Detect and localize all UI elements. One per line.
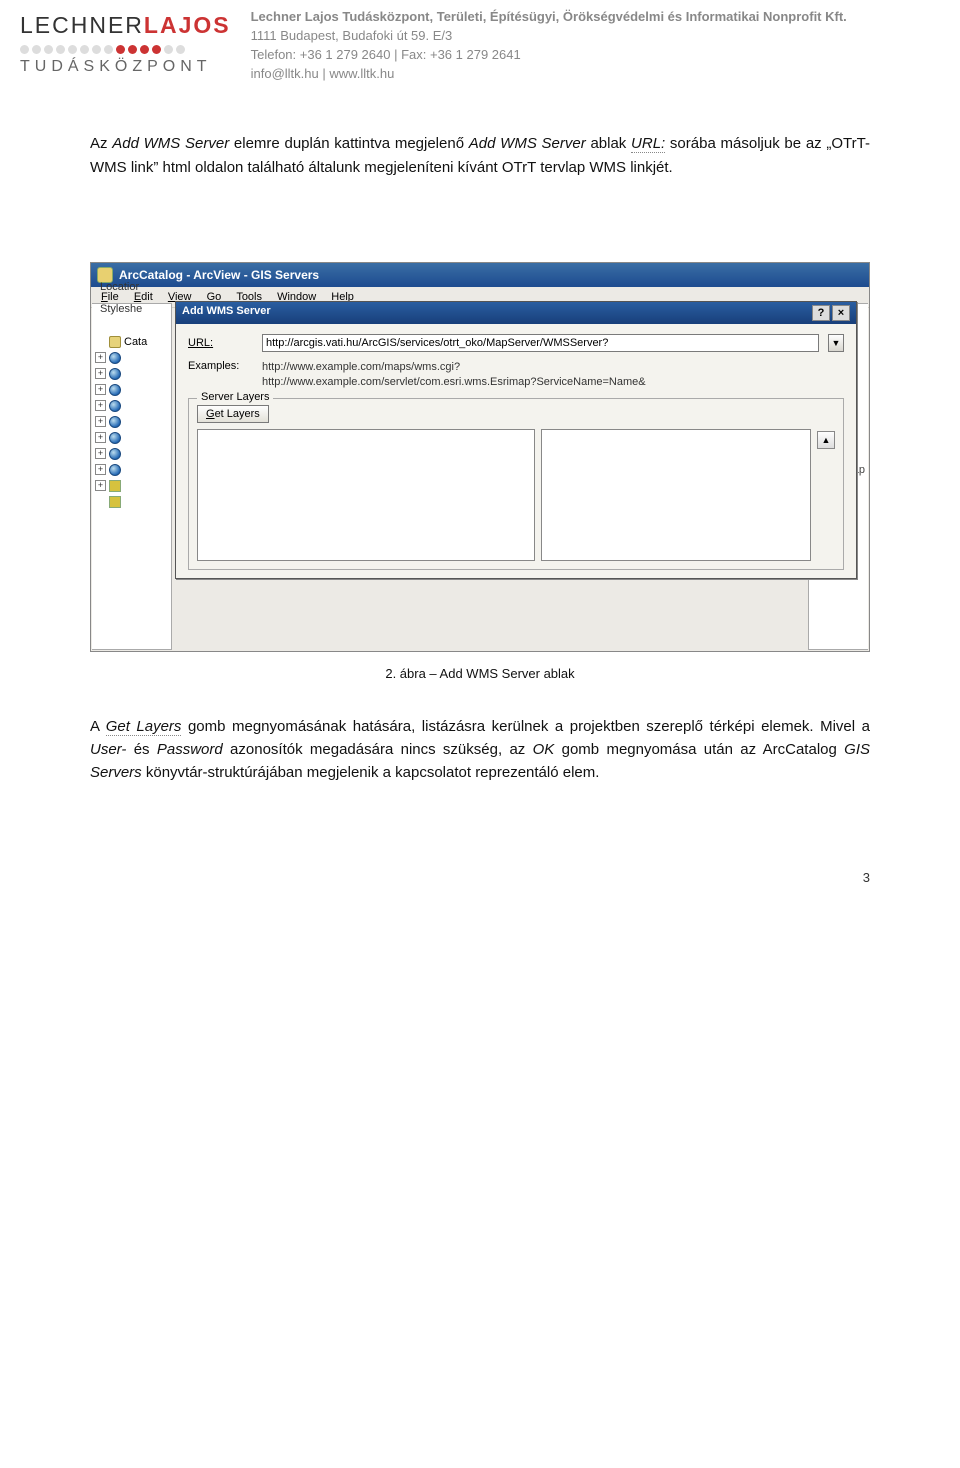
org-address: 1111 Budapest, Budafoki út 59. E/3 bbox=[251, 27, 948, 46]
dialog-titlebar: Add WMS Server ? × bbox=[176, 302, 856, 324]
globe-icon bbox=[109, 432, 121, 444]
url-label: URL: bbox=[188, 337, 252, 349]
page-number: 3 bbox=[0, 840, 960, 901]
globe-icon bbox=[109, 400, 121, 412]
expand-icon[interactable]: + bbox=[95, 448, 106, 459]
tree-node[interactable]: + bbox=[92, 382, 171, 398]
logo-subtitle: TUDÁSKÖZPONT bbox=[20, 58, 231, 76]
tree-node[interactable]: + bbox=[92, 478, 171, 494]
expand-icon[interactable]: + bbox=[95, 480, 106, 491]
paragraph-1: Az Add WMS Server elemre duplán kattintv… bbox=[90, 132, 870, 179]
expand-icon[interactable]: + bbox=[95, 464, 106, 475]
globe-icon bbox=[109, 448, 121, 460]
arccatalog-window: ArcCatalog - ArcView - GIS Servers FFile… bbox=[90, 262, 870, 652]
org-mail: info@lltk.hu | www.lltk.hu bbox=[251, 65, 948, 84]
document-body: Az Add WMS Server elemre duplán kattintv… bbox=[0, 87, 960, 234]
add-wms-server-dialog: Add WMS Server ? × URL: ▼ Examples: http… bbox=[175, 301, 857, 579]
tree-node[interactable]: + bbox=[92, 430, 171, 446]
url-input[interactable] bbox=[262, 334, 819, 352]
tree-node[interactable]: + bbox=[92, 398, 171, 414]
logo-word-b: LAJOS bbox=[144, 12, 231, 38]
globe-icon bbox=[109, 352, 121, 364]
folder-icon bbox=[109, 336, 121, 348]
stylesheet-label: Styleshe bbox=[96, 300, 146, 318]
server-layers-legend: Server Layers bbox=[197, 391, 273, 403]
paragraph-2: A Get Layers gomb megnyomásának hatására… bbox=[90, 715, 870, 785]
tree-node[interactable]: + bbox=[92, 462, 171, 478]
globe-icon bbox=[109, 368, 121, 380]
examples-text: http://www.example.com/maps/wms.cgi? htt… bbox=[262, 360, 646, 390]
expand-icon[interactable]: + bbox=[95, 416, 106, 427]
tree-node[interactable]: + bbox=[92, 366, 171, 382]
dialog-help-button[interactable]: ? bbox=[812, 305, 830, 321]
globe-icon bbox=[109, 464, 121, 476]
app-title: ArcCatalog - ArcView - GIS Servers bbox=[119, 268, 319, 282]
expand-icon[interactable]: + bbox=[95, 400, 106, 411]
expand-icon[interactable]: + bbox=[95, 432, 106, 443]
selected-layers-list[interactable] bbox=[541, 429, 811, 561]
tree-root[interactable]: Cata bbox=[92, 334, 171, 350]
tree-node[interactable]: + bbox=[92, 414, 171, 430]
dialog-close-button[interactable]: × bbox=[832, 305, 850, 321]
logo-word-a: LECHNER bbox=[20, 12, 144, 38]
available-layers-list[interactable] bbox=[197, 429, 535, 561]
expand-icon[interactable]: + bbox=[95, 384, 106, 395]
catalog-tree: Locatior Styleshe Cata + + + + + + + + + bbox=[92, 303, 172, 650]
url-dropdown-button[interactable]: ▼ bbox=[828, 334, 844, 352]
tree-node[interactable] bbox=[92, 494, 171, 510]
document-header: LECHNERLAJOS TUDÁSKÖZPONT Lechner Lajos … bbox=[0, 0, 960, 87]
app-titlebar: ArcCatalog - ArcView - GIS Servers bbox=[91, 263, 869, 287]
logo-block: LECHNERLAJOS TUDÁSKÖZPONT bbox=[20, 8, 231, 76]
logo-wordmark: LECHNERLAJOS bbox=[20, 12, 231, 39]
server-icon bbox=[109, 480, 121, 492]
examples-label: Examples: bbox=[188, 360, 252, 372]
move-up-button[interactable]: ▲ bbox=[817, 431, 835, 449]
server-layers-group: Server Layers Get Layers ▲ bbox=[188, 398, 844, 570]
get-layers-button[interactable]: Get Layers bbox=[197, 405, 269, 423]
org-phone: Telefon: +36 1 279 2640 | Fax: +36 1 279… bbox=[251, 46, 948, 65]
expand-icon[interactable]: + bbox=[95, 352, 106, 363]
tree-node[interactable]: + bbox=[92, 446, 171, 462]
dialog-body: URL: ▼ Examples: http://www.example.com/… bbox=[176, 324, 856, 578]
figure-caption: 2. ábra – Add WMS Server ablak bbox=[0, 666, 960, 681]
screenshot-figure: ArcCatalog - ArcView - GIS Servers FFile… bbox=[90, 262, 870, 652]
tree-node[interactable]: + bbox=[92, 350, 171, 366]
expand-icon[interactable]: + bbox=[95, 368, 106, 379]
server-icon bbox=[109, 496, 121, 508]
location-label: Locatior bbox=[96, 278, 143, 296]
dialog-title-text: Add WMS Server bbox=[182, 305, 271, 321]
globe-icon bbox=[109, 416, 121, 428]
org-name: Lechner Lajos Tudásközpont, Területi, Ép… bbox=[251, 8, 948, 27]
header-meta: Lechner Lajos Tudásközpont, Területi, Ép… bbox=[251, 8, 948, 83]
globe-icon bbox=[109, 384, 121, 396]
document-body-2: A Get Layers gomb megnyomásának hatására… bbox=[0, 715, 960, 840]
logo-dots bbox=[20, 39, 231, 58]
